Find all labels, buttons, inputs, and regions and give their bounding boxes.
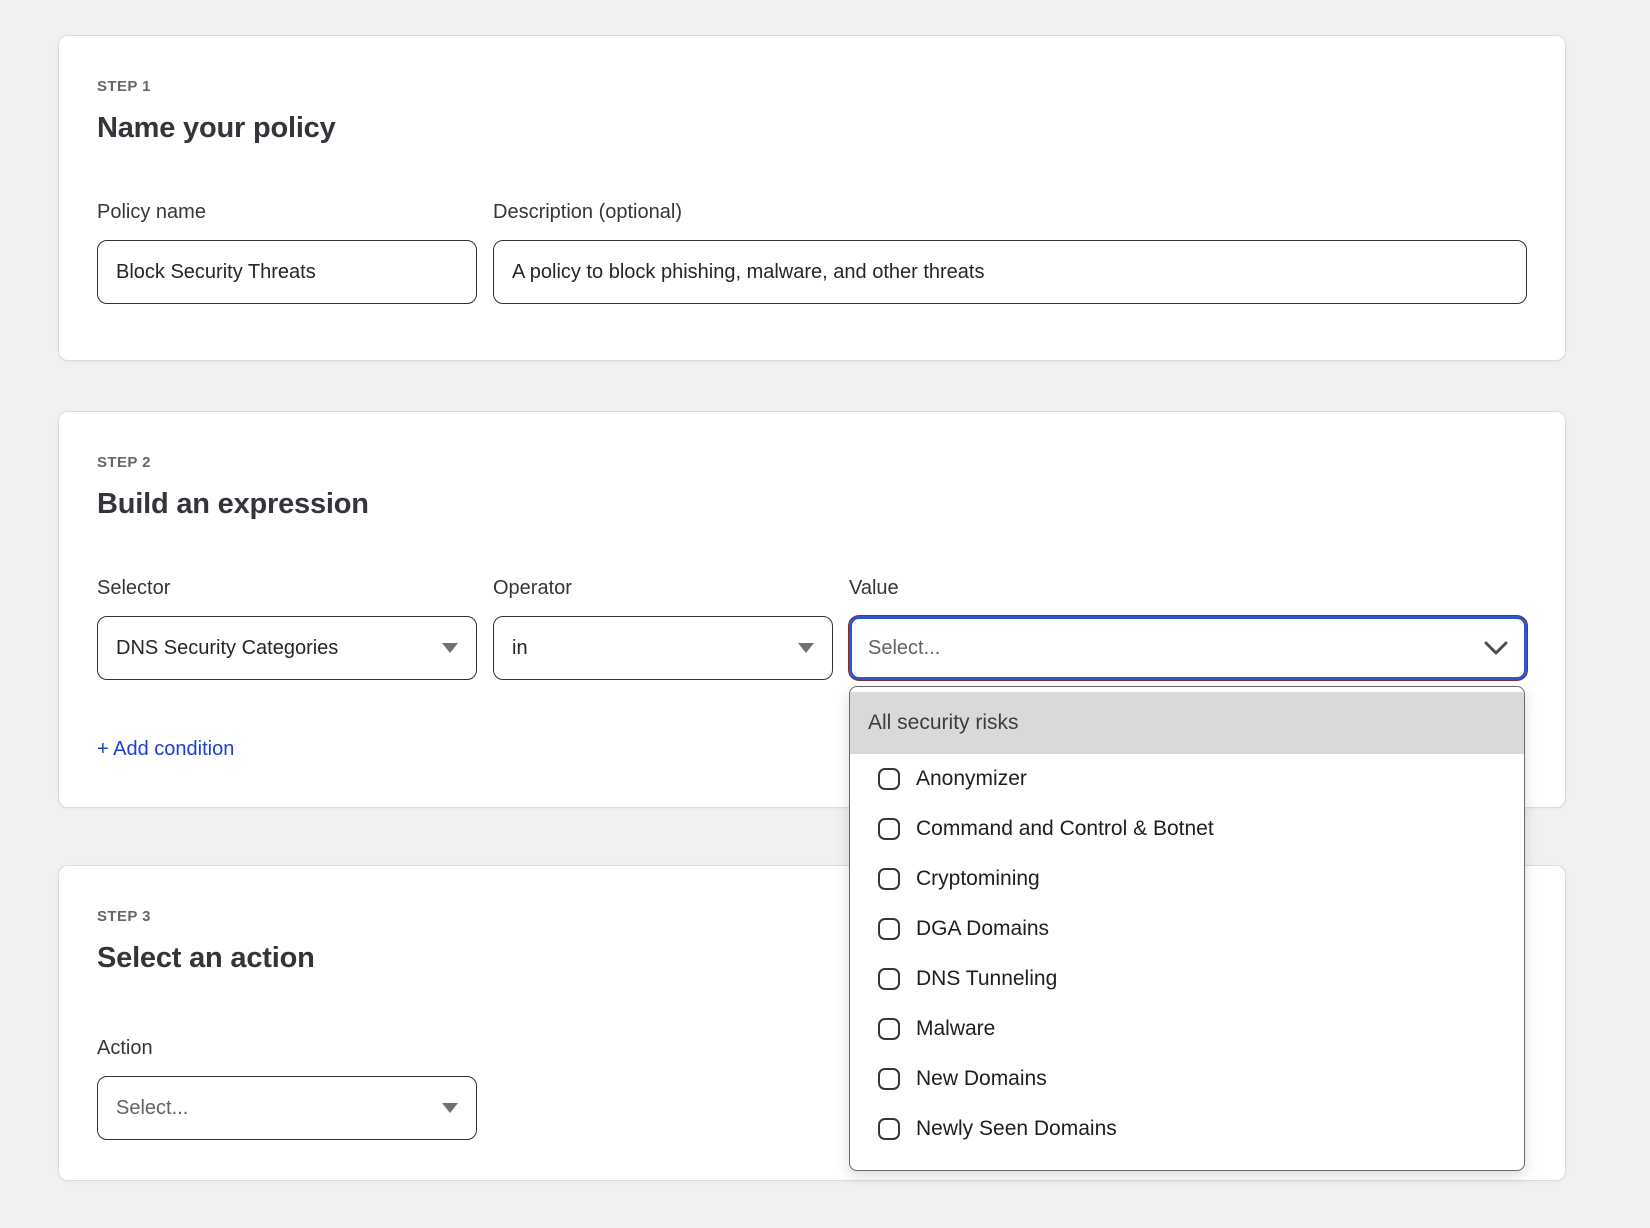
dropdown-option-label: DGA Domains (916, 917, 1049, 941)
selector-label: Selector (97, 576, 477, 600)
policy-name-input[interactable] (97, 240, 477, 304)
checkbox[interactable] (878, 968, 900, 990)
step2-title: Build an expression (97, 486, 1527, 522)
operator-label: Operator (493, 576, 833, 600)
triangle-down-icon (442, 1103, 458, 1113)
checkbox[interactable] (878, 1068, 900, 1090)
dropdown-option-label: Cryptomining (916, 867, 1040, 891)
description-input[interactable] (493, 240, 1527, 304)
dropdown-option-dga-domains[interactable]: DGA Domains (850, 904, 1524, 954)
dropdown-option-cryptomining[interactable]: Cryptomining (850, 854, 1524, 904)
action-select-placeholder: Select... (116, 1097, 188, 1120)
selector-select-value: DNS Security Categories (116, 637, 338, 660)
card-step-1: STEP 1 Name your policy Policy name Desc… (58, 35, 1566, 361)
dropdown-option-malware[interactable]: Malware (850, 1004, 1524, 1054)
value-label: Value (849, 576, 1527, 600)
checkbox[interactable] (878, 818, 900, 840)
description-label: Description (optional) (493, 200, 1527, 224)
dropdown-group-header: All security risks (850, 692, 1524, 754)
dropdown-option-label: Newly Seen Domains (916, 1117, 1117, 1141)
dropdown-option-label: New Domains (916, 1067, 1047, 1091)
value-multiselect[interactable]: Select... (849, 616, 1527, 680)
checkbox[interactable] (878, 768, 900, 790)
triangle-down-icon (442, 643, 458, 653)
add-condition-link[interactable]: + Add condition (97, 738, 234, 761)
policy-builder-page: STEP 1 Name your policy Policy name Desc… (0, 0, 1650, 1181)
dropdown-option-new-domains[interactable]: New Domains (850, 1054, 1524, 1104)
step1-label: STEP 1 (97, 78, 1527, 96)
chevron-down-icon (1484, 641, 1508, 656)
step2-label: STEP 2 (97, 454, 1527, 472)
operator-select[interactable]: in (493, 616, 833, 680)
value-dropdown-panel: All security risks Anonymizer Command an… (849, 686, 1525, 1171)
action-label: Action (97, 1036, 477, 1060)
dropdown-option-command-and-control[interactable]: Command and Control & Botnet (850, 804, 1524, 854)
dropdown-option-label: DNS Tunneling (916, 967, 1057, 991)
action-select[interactable]: Select... (97, 1076, 477, 1140)
dropdown-option-label: Anonymizer (916, 767, 1027, 791)
dropdown-option-anonymizer[interactable]: Anonymizer (850, 754, 1524, 804)
policy-name-label: Policy name (97, 200, 477, 224)
checkbox[interactable] (878, 868, 900, 890)
selector-select[interactable]: DNS Security Categories (97, 616, 477, 680)
operator-select-value: in (512, 637, 528, 660)
dropdown-option-newly-seen-domains[interactable]: Newly Seen Domains (850, 1104, 1524, 1154)
checkbox[interactable] (878, 918, 900, 940)
dropdown-option-dns-tunneling[interactable]: DNS Tunneling (850, 954, 1524, 1004)
triangle-down-icon (798, 643, 814, 653)
dropdown-option-label: Command and Control & Botnet (916, 817, 1214, 841)
step1-title: Name your policy (97, 110, 1527, 146)
card-step-2: STEP 2 Build an expression Selector DNS … (58, 411, 1566, 808)
dropdown-option-label: Malware (916, 1017, 995, 1041)
checkbox[interactable] (878, 1118, 900, 1140)
checkbox[interactable] (878, 1018, 900, 1040)
value-select-placeholder: Select... (868, 637, 940, 660)
